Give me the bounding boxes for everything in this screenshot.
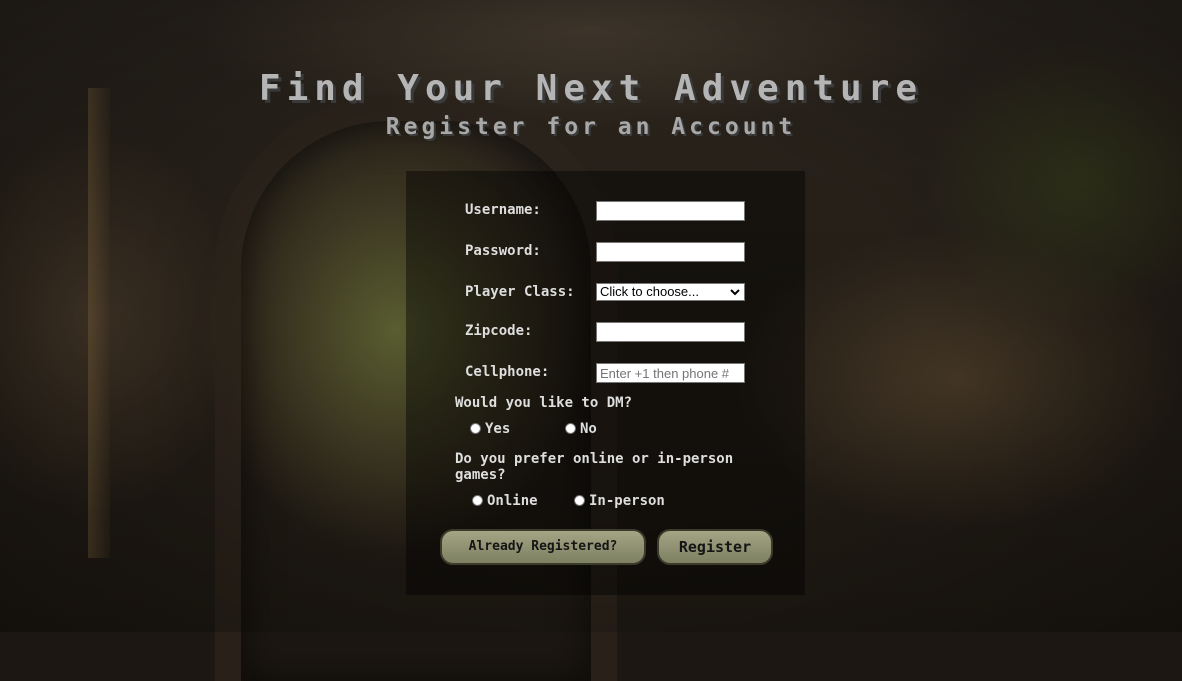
online-option[interactable]: Online xyxy=(472,493,552,509)
in-person-option[interactable]: In-person xyxy=(574,493,674,509)
game-type-question: Do you prefer online or in-person games? xyxy=(455,451,734,483)
register-button[interactable]: Register xyxy=(657,529,773,565)
username-label: Username: xyxy=(465,202,541,218)
zipcode-row: Zipcode: xyxy=(465,322,765,344)
dm-no-label: No xyxy=(580,421,597,437)
username-row: Username: xyxy=(465,201,765,223)
registration-form: Username: Password: Player Class: Click … xyxy=(406,171,805,595)
page-title: Find Your Next Adventure xyxy=(258,68,924,109)
dm-no-radio[interactable] xyxy=(565,423,576,434)
dm-no-option[interactable]: No xyxy=(565,421,615,437)
cellphone-label: Cellphone: xyxy=(465,364,550,380)
dm-question: Would you like to DM? xyxy=(455,395,633,411)
username-input[interactable] xyxy=(596,201,745,221)
zipcode-input[interactable] xyxy=(596,322,745,342)
player-class-select[interactable]: Click to choose... xyxy=(596,283,745,301)
dm-yes-label: Yes xyxy=(485,421,511,437)
zipcode-label: Zipcode: xyxy=(465,323,533,339)
cellphone-input[interactable] xyxy=(596,363,745,383)
online-label: Online xyxy=(487,493,538,509)
player-class-selected: Click to choose... xyxy=(600,284,699,299)
password-label: Password: xyxy=(465,243,541,259)
dm-yes-option[interactable]: Yes xyxy=(470,421,530,437)
dm-yes-radio[interactable] xyxy=(470,423,481,434)
page-subtitle: Register for an Account xyxy=(385,114,797,140)
in-person-label: In-person xyxy=(589,493,665,509)
online-radio[interactable] xyxy=(472,495,483,506)
player-class-label: Player Class: xyxy=(465,284,575,300)
player-class-row: Player Class: Click to choose... xyxy=(465,283,765,305)
cellphone-row: Cellphone: xyxy=(465,363,765,385)
already-registered-button[interactable]: Already Registered? xyxy=(440,529,646,565)
chevron-down-icon xyxy=(730,289,740,296)
password-row: Password: xyxy=(465,242,765,264)
in-person-radio[interactable] xyxy=(574,495,585,506)
password-input[interactable] xyxy=(596,242,745,262)
